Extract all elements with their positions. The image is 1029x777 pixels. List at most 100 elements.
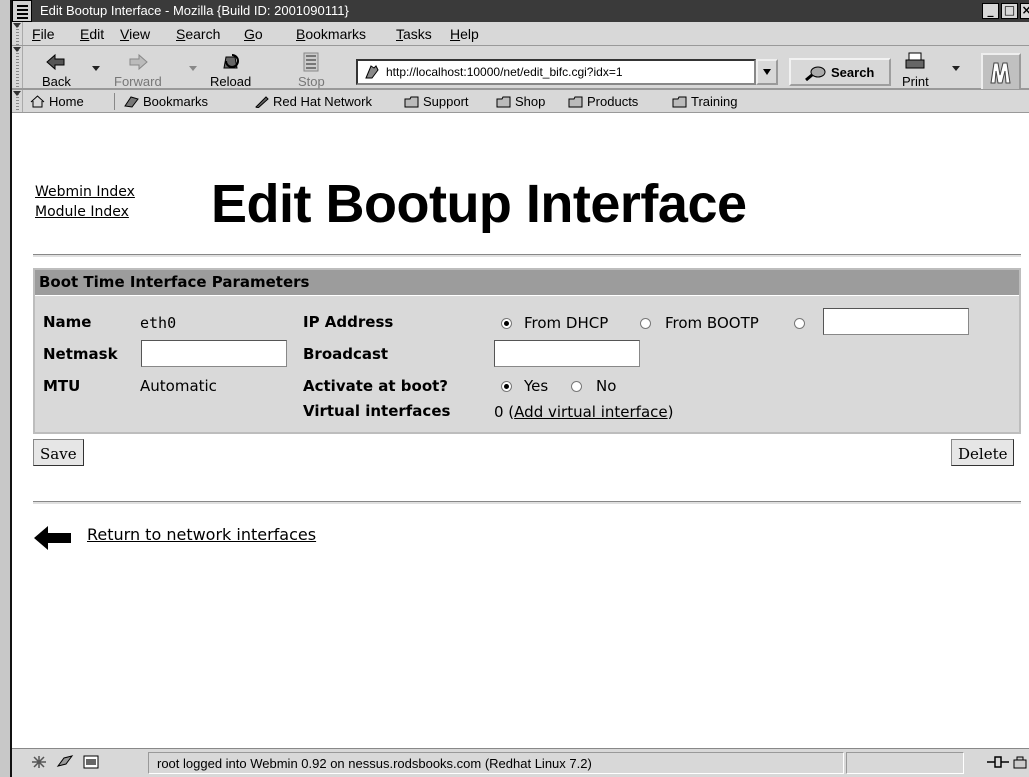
- menu-help[interactable]: Help: [450, 26, 479, 42]
- security-icon[interactable]: [1012, 754, 1029, 770]
- activate-yes-radio[interactable]: [501, 381, 512, 392]
- toolbar-grip-icon[interactable]: [12, 46, 23, 88]
- search-icon: [805, 66, 826, 81]
- webmin-index-link[interactable]: Webmin Index: [35, 182, 135, 202]
- static-ip-radio[interactable]: [794, 318, 805, 329]
- page-title: Edit Bootup Interface: [211, 174, 747, 234]
- composer-icon[interactable]: [82, 754, 100, 770]
- products-label: Products: [587, 94, 639, 109]
- interface-parameters-panel: Boot Time Interface Parameters Name eth0…: [33, 268, 1021, 434]
- red-hat-network-label: Red Hat Network: [273, 94, 372, 109]
- broadcast-input[interactable]: [494, 340, 640, 367]
- red-hat-network-link[interactable]: Red Hat Network: [254, 94, 372, 109]
- shop-folder[interactable]: Shop: [496, 94, 545, 109]
- url-text: http://localhost:10000/net/edit_bifc.cgi…: [386, 65, 623, 79]
- menu-view[interactable]: View: [120, 26, 150, 42]
- bookmarks-link[interactable]: Bookmarks: [124, 94, 208, 109]
- return-to-network-interfaces-link[interactable]: Return to network interfaces: [87, 525, 316, 544]
- toolbar-separator: [114, 93, 115, 110]
- status-message-panel: root logged into Webmin 0.92 on nessus.r…: [148, 752, 844, 774]
- support-folder[interactable]: Support: [404, 94, 469, 109]
- search-label: Search: [831, 65, 875, 80]
- menu-go[interactable]: Go: [244, 26, 263, 42]
- shop-label: Shop: [515, 94, 546, 109]
- from-dhcp-radio[interactable]: [501, 318, 512, 329]
- stop-icon: [303, 52, 319, 72]
- menu-bookmarks[interactable]: Bookmarks: [296, 26, 366, 42]
- toolbar-grip-icon[interactable]: [12, 22, 23, 45]
- ip-address-label: IP Address: [303, 313, 394, 331]
- reload-label: Reload: [210, 74, 252, 89]
- maximize-icon[interactable]: □: [1001, 3, 1018, 19]
- stop-button[interactable]: Stop: [298, 52, 325, 89]
- bookmarks-icon: [124, 96, 139, 108]
- virtual-close-paren: ): [667, 403, 674, 421]
- menu-search[interactable]: Search: [176, 26, 220, 42]
- top-divider: [33, 254, 1021, 257]
- forward-button[interactable]: Forward: [114, 52, 162, 89]
- support-label: Support: [423, 94, 469, 109]
- delete-button[interactable]: Delete: [951, 439, 1015, 466]
- back-label: Back: [42, 74, 71, 89]
- forward-arrow-icon: [129, 53, 148, 71]
- name-label: Name: [43, 313, 92, 331]
- activate-no-radio[interactable]: [571, 381, 582, 392]
- back-button[interactable]: Back: [42, 52, 71, 89]
- module-index-link[interactable]: Module Index: [35, 202, 135, 222]
- mail-icon[interactable]: [56, 754, 74, 770]
- print-label: Print: [902, 74, 929, 89]
- training-label: Training: [691, 94, 738, 109]
- toolbar-grip-icon[interactable]: [12, 90, 23, 112]
- home-icon: [30, 95, 45, 108]
- back-dropdown-icon[interactable]: [92, 66, 100, 71]
- mtu-value: Automatic: [140, 377, 217, 395]
- netmask-input[interactable]: [141, 340, 287, 367]
- window-menu-icon[interactable]: [12, 0, 32, 22]
- printer-icon: [905, 52, 925, 69]
- training-folder[interactable]: Training: [672, 94, 737, 109]
- virtual-interfaces-label: Virtual interfaces: [303, 402, 451, 420]
- panel-heading: Boot Time Interface Parameters: [35, 270, 1019, 295]
- forward-label: Forward: [114, 74, 162, 89]
- progress-panel: [846, 752, 964, 774]
- reload-button[interactable]: Reload: [210, 52, 251, 89]
- menu-file[interactable]: File: [32, 26, 55, 42]
- home-label: Home: [49, 94, 84, 109]
- bookmarks-label: Bookmarks: [143, 94, 209, 109]
- panel-body: Name eth0 Netmask MTU Automatic IP Addre…: [35, 296, 1019, 432]
- virtual-count: 0 (: [494, 403, 515, 421]
- folder-icon: [568, 96, 583, 108]
- home-link[interactable]: Home: [30, 94, 84, 109]
- add-virtual-interface-link[interactable]: Add virtual interface: [514, 403, 667, 421]
- mozilla-logo-icon[interactable]: [981, 53, 1021, 93]
- search-button[interactable]: Search: [789, 58, 891, 86]
- back-arrow-icon[interactable]: [33, 525, 73, 551]
- close-icon[interactable]: ×: [1020, 3, 1029, 19]
- ip-address-input[interactable]: [823, 308, 969, 335]
- mtu-label: MTU: [43, 377, 81, 395]
- menu-edit[interactable]: Edit: [80, 26, 104, 42]
- broadcast-label: Broadcast: [303, 345, 389, 363]
- bottom-divider: [33, 501, 1021, 504]
- url-field[interactable]: http://localhost:10000/net/edit_bifc.cgi…: [356, 59, 778, 85]
- status-message: root logged into Webmin 0.92 on nessus.r…: [157, 756, 592, 771]
- save-button[interactable]: Save: [33, 439, 84, 466]
- top-links: Webmin Index Module Index: [35, 182, 135, 222]
- folder-icon: [672, 96, 687, 108]
- activate-at-boot-label: Activate at boot?: [303, 377, 449, 395]
- minimize-icon[interactable]: _: [982, 3, 999, 19]
- navigator-icon[interactable]: [30, 754, 48, 770]
- stop-label: Stop: [298, 74, 325, 89]
- netmask-label: Netmask: [43, 345, 118, 363]
- activate-no-label: No: [596, 377, 617, 395]
- print-dropdown-icon[interactable]: [952, 66, 960, 71]
- virtual-interfaces-value: 0 (Add virtual interface): [494, 403, 673, 421]
- products-folder[interactable]: Products: [568, 94, 638, 109]
- menu-tasks[interactable]: Tasks: [396, 26, 432, 42]
- forward-dropdown-icon[interactable]: [189, 66, 197, 71]
- online-icon[interactable]: [987, 754, 1009, 770]
- url-history-dropdown[interactable]: [756, 59, 778, 85]
- print-button[interactable]: Print: [902, 52, 929, 89]
- from-bootp-radio[interactable]: [640, 318, 651, 329]
- activate-yes-label: Yes: [524, 377, 549, 395]
